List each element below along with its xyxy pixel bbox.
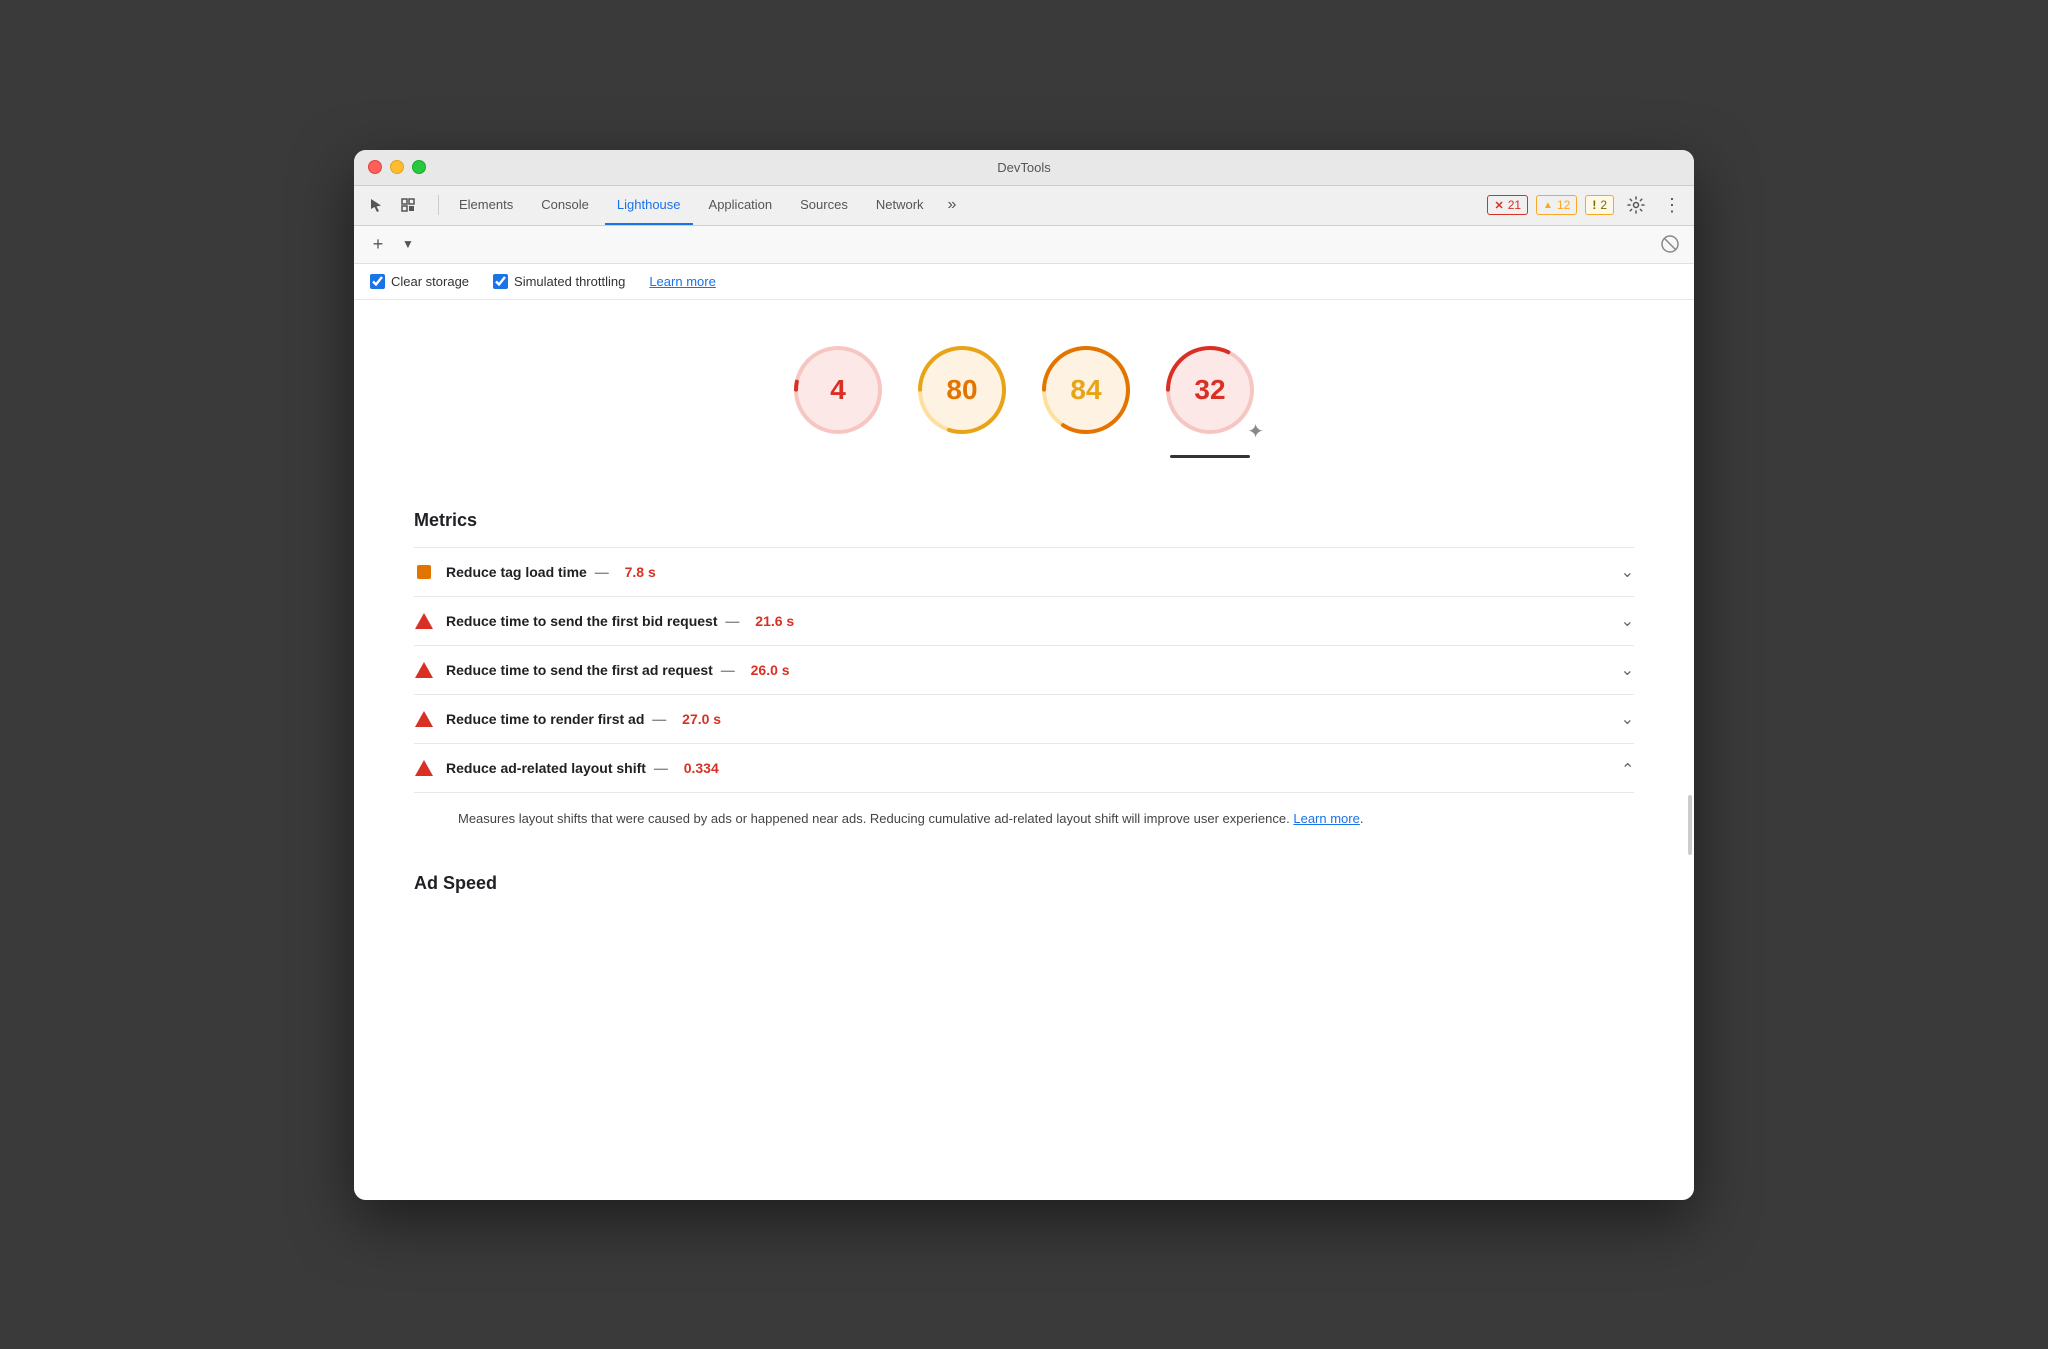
metric-row-2[interactable]: Reduce time to send the first bid reques…	[414, 596, 1634, 645]
tab-elements[interactable]: Elements	[447, 185, 525, 225]
simulated-throttling-label: Simulated throttling	[514, 274, 625, 289]
chevron-down-icon-3: ⌄	[1621, 660, 1634, 680]
scores-section: 4 80	[354, 300, 1694, 490]
tab-divider	[438, 195, 439, 215]
scrollbar-thumb[interactable]	[1688, 795, 1692, 855]
metric-label-1: Reduce tag load time — 7.8 s	[446, 564, 1609, 580]
clear-storage-option[interactable]: Clear storage	[370, 274, 469, 289]
metric-row-5[interactable]: Reduce ad-related layout shift — 0.334 ⌄	[414, 743, 1634, 792]
triangle-icon-4	[415, 711, 433, 727]
triangle-icon-3	[415, 662, 433, 678]
scrollbar-track[interactable]	[1686, 300, 1694, 1200]
metric-row-3[interactable]: Reduce time to send the first ad request…	[414, 645, 1634, 694]
square-icon-1	[417, 565, 431, 579]
score-circle-2[interactable]: 80	[912, 340, 1012, 440]
score-value-3: 84	[1070, 374, 1101, 406]
cursor-icon-button[interactable]	[362, 191, 390, 219]
metric-row-4[interactable]: Reduce time to render first ad — 27.0 s …	[414, 694, 1634, 743]
tab-sources[interactable]: Sources	[788, 185, 860, 225]
more-tabs-button[interactable]: »	[940, 185, 965, 225]
block-button[interactable]	[1658, 232, 1682, 256]
chevron-down-icon-1: ⌄	[1621, 562, 1634, 582]
learn-more-link-metric[interactable]: Learn more	[1293, 811, 1359, 826]
toolbar-dropdown-arrow[interactable]: ▼	[402, 237, 414, 251]
tab-application[interactable]: Application	[697, 185, 785, 225]
chevron-up-icon-5: ⌄	[1621, 758, 1634, 778]
chevron-down-icon-4: ⌄	[1621, 709, 1634, 729]
clear-storage-checkbox[interactable]	[370, 274, 385, 289]
ad-speed-section: Ad Speed	[354, 853, 1694, 914]
inspect-icon-button[interactable]	[394, 191, 422, 219]
metric-label-3: Reduce time to send the first ad request…	[446, 662, 1609, 678]
triangle-icon-2	[415, 613, 433, 629]
more-options-button[interactable]: ⋮	[1658, 191, 1686, 219]
traffic-lights	[368, 160, 426, 174]
score-value-2: 80	[946, 374, 977, 406]
tab-network[interactable]: Network	[864, 185, 936, 225]
metric-value-4: 27.0 s	[682, 711, 721, 727]
main-wrapper: 4 80	[354, 300, 1694, 1200]
metric-icon-1	[414, 562, 434, 582]
metric-icon-3	[414, 660, 434, 680]
add-button[interactable]: +	[366, 232, 390, 256]
chevron-down-icon-2: ⌄	[1621, 611, 1634, 631]
maximize-button[interactable]	[412, 160, 426, 174]
learn-more-link-options[interactable]: Learn more	[649, 274, 715, 289]
metric-label-2: Reduce time to send the first bid reques…	[446, 613, 1609, 629]
plugin-icon: ✦	[1247, 419, 1264, 444]
metric-value-2: 21.6 s	[755, 613, 794, 629]
settings-button[interactable]	[1622, 191, 1650, 219]
score-value-4: 32	[1194, 374, 1225, 406]
expanded-description: Measures layout shifts that were caused …	[414, 792, 1634, 854]
simulated-throttling-checkbox[interactable]	[493, 274, 508, 289]
simulated-throttling-option[interactable]: Simulated throttling	[493, 274, 625, 289]
info-icon: !	[1592, 198, 1596, 212]
metrics-section: Metrics Reduce tag load time — 7.8 s ⌄	[354, 490, 1694, 854]
warning-badge[interactable]: ▲ 12	[1536, 195, 1577, 215]
main-content: 4 80	[354, 300, 1694, 1200]
score-circle-4[interactable]: 32 ✦	[1160, 340, 1260, 440]
error-icon: ✕	[1494, 199, 1503, 212]
metric-row-1[interactable]: Reduce tag load time — 7.8 s ⌄	[414, 547, 1634, 596]
toolbar: + ▼	[354, 226, 1694, 264]
score-circle-3[interactable]: 84	[1036, 340, 1136, 440]
tab-right-controls: ✕ 21 ▲ 12 ! 2 ⋮	[1487, 191, 1686, 219]
active-score-indicator	[1170, 455, 1250, 458]
metric-label-5: Reduce ad-related layout shift — 0.334	[446, 760, 1609, 776]
title-bar: DevTools	[354, 150, 1694, 186]
metric-icon-5	[414, 758, 434, 778]
metrics-title: Metrics	[414, 490, 1634, 547]
score-value-1: 4	[830, 374, 846, 406]
tab-lighthouse[interactable]: Lighthouse	[605, 185, 693, 225]
warning-icon: ▲	[1543, 200, 1553, 211]
error-badge[interactable]: ✕ 21	[1487, 195, 1528, 215]
window-title: DevTools	[997, 160, 1050, 175]
tab-icons-group	[362, 191, 422, 219]
devtools-tab-bar: Elements Console Lighthouse Application …	[354, 186, 1694, 226]
options-bar: Clear storage Simulated throttling Learn…	[354, 264, 1694, 300]
minimize-button[interactable]	[390, 160, 404, 174]
metric-value-3: 26.0 s	[751, 662, 790, 678]
tab-console[interactable]: Console	[529, 185, 601, 225]
metric-icon-2	[414, 611, 434, 631]
toolbar-input-area: ▼	[398, 237, 1642, 251]
info-badge[interactable]: ! 2	[1585, 195, 1614, 215]
error-count: 21	[1508, 198, 1521, 212]
metric-icon-4	[414, 709, 434, 729]
metric-label-4: Reduce time to render first ad — 27.0 s	[446, 711, 1609, 727]
metric-value-1: 7.8 s	[625, 564, 656, 580]
ad-speed-title: Ad Speed	[414, 853, 1634, 914]
devtools-window: DevTools Elements Console	[354, 150, 1694, 1200]
close-button[interactable]	[368, 160, 382, 174]
score-circle-performance[interactable]: 4	[788, 340, 888, 440]
clear-storage-label: Clear storage	[391, 274, 469, 289]
warning-count: 12	[1557, 198, 1570, 212]
info-count: 2	[1600, 198, 1607, 212]
metric-value-5: 0.334	[684, 760, 719, 776]
triangle-icon-5	[415, 760, 433, 776]
